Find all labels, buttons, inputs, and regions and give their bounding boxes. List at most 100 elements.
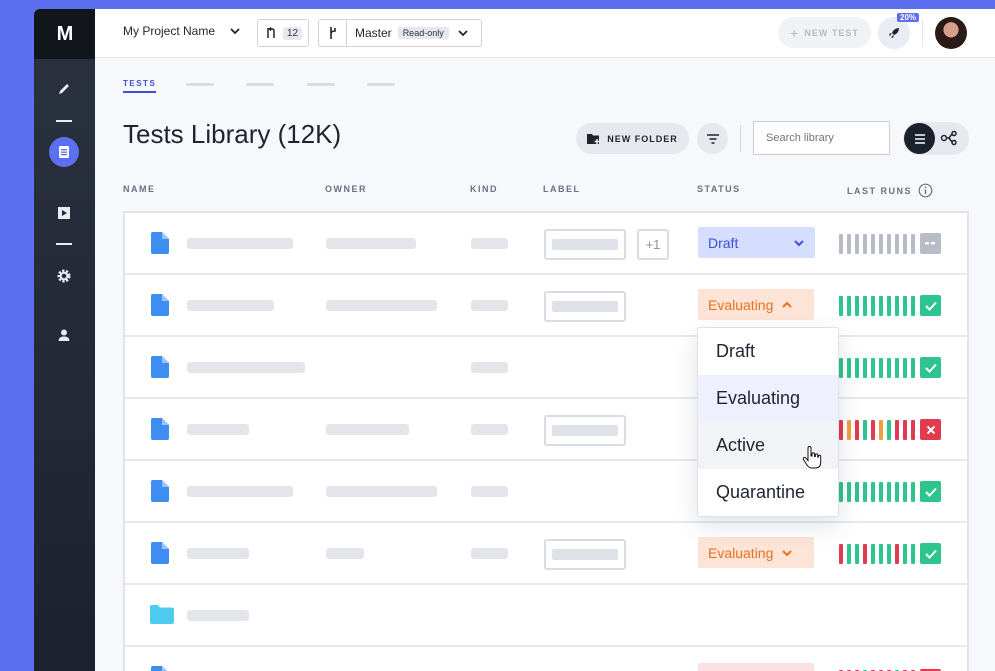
table-row[interactable]: +1 Draft xyxy=(125,213,967,275)
label-chip[interactable] xyxy=(544,415,626,446)
table-row[interactable] xyxy=(125,647,967,671)
label-chip[interactable] xyxy=(544,229,626,260)
status-select[interactable]: Draft xyxy=(698,227,815,258)
run-bar[interactable] xyxy=(855,543,859,564)
run-bar[interactable] xyxy=(895,419,899,440)
run-bar[interactable] xyxy=(839,481,843,502)
run-bar[interactable] xyxy=(863,419,867,440)
project-selector[interactable]: My Project Name xyxy=(123,24,241,38)
avatar[interactable] xyxy=(935,17,967,49)
pull-requests-button[interactable]: 12 xyxy=(257,19,309,47)
filter-button[interactable] xyxy=(697,123,728,154)
run-bar[interactable] xyxy=(855,481,859,502)
run-bar[interactable] xyxy=(911,295,915,316)
run-bar[interactable] xyxy=(895,543,899,564)
run-bar[interactable] xyxy=(839,543,843,564)
list-view-button[interactable] xyxy=(904,123,935,154)
run-bar[interactable] xyxy=(871,233,875,254)
column-header-kind[interactable]: KIND xyxy=(470,184,498,194)
table-row[interactable]: Evaluating xyxy=(125,523,967,585)
sidebar-item-edit[interactable] xyxy=(49,74,79,104)
label-chip[interactable] xyxy=(544,539,626,570)
status-select[interactable] xyxy=(698,663,814,671)
run-bar[interactable] xyxy=(879,295,883,316)
search-input[interactable] xyxy=(753,121,890,155)
run-bar[interactable] xyxy=(911,357,915,378)
run-bar[interactable] xyxy=(847,481,851,502)
run-bar[interactable] xyxy=(871,357,875,378)
sidebar-item-account[interactable] xyxy=(49,320,79,350)
run-bar[interactable] xyxy=(847,543,851,564)
column-header-status[interactable]: STATUS xyxy=(697,184,741,194)
run-bar[interactable] xyxy=(863,295,867,316)
run-bar[interactable] xyxy=(911,481,915,502)
table-row[interactable] xyxy=(125,461,967,523)
run-bar[interactable] xyxy=(903,481,907,502)
run-bar[interactable] xyxy=(903,357,907,378)
run-bar[interactable] xyxy=(863,357,867,378)
run-bar[interactable] xyxy=(895,233,899,254)
run-bar[interactable] xyxy=(903,543,907,564)
branch-selector[interactable]: Master Read-only xyxy=(318,19,482,47)
run-bar[interactable] xyxy=(887,419,891,440)
tab-placeholder[interactable] xyxy=(367,83,395,86)
run-bar[interactable] xyxy=(879,357,883,378)
run-bar[interactable] xyxy=(887,357,891,378)
sidebar-item-settings[interactable] xyxy=(49,261,79,291)
run-bar[interactable] xyxy=(887,543,891,564)
run-bar[interactable] xyxy=(895,481,899,502)
run-bar[interactable] xyxy=(887,295,891,316)
status-option-quarantine[interactable]: Quarantine xyxy=(698,469,838,516)
app-logo[interactable]: M xyxy=(34,9,95,59)
status-option-draft[interactable]: Draft xyxy=(698,328,838,375)
run-bar[interactable] xyxy=(839,233,843,254)
run-bar[interactable] xyxy=(879,543,883,564)
run-bar[interactable] xyxy=(855,233,859,254)
table-row[interactable] xyxy=(125,337,967,399)
table-row[interactable] xyxy=(125,399,967,461)
label-chip[interactable] xyxy=(544,291,626,322)
run-bar[interactable] xyxy=(863,543,867,564)
graph-view-button[interactable] xyxy=(940,130,958,151)
run-bar[interactable] xyxy=(911,233,915,254)
run-bar[interactable] xyxy=(887,233,891,254)
run-bar[interactable] xyxy=(871,481,875,502)
run-bar[interactable] xyxy=(863,233,867,254)
tab-tests[interactable]: TESTS xyxy=(123,79,157,93)
run-bar[interactable] xyxy=(903,419,907,440)
sidebar-item-runs[interactable] xyxy=(49,198,79,228)
run-bar[interactable] xyxy=(839,295,843,316)
run-bar[interactable] xyxy=(895,295,899,316)
status-option-evaluating[interactable]: Evaluating xyxy=(698,375,838,422)
column-header-last-runs[interactable]: LAST RUNS xyxy=(847,183,933,198)
run-bar[interactable] xyxy=(847,295,851,316)
new-folder-button[interactable]: NEW FOLDER xyxy=(576,123,689,154)
run-bar[interactable] xyxy=(855,295,859,316)
run-bar[interactable] xyxy=(839,419,843,440)
run-bar[interactable] xyxy=(839,357,843,378)
column-header-name[interactable]: NAME xyxy=(123,184,156,194)
info-icon[interactable] xyxy=(918,183,933,198)
run-bar[interactable] xyxy=(895,357,899,378)
run-bar[interactable] xyxy=(871,295,875,316)
run-bar[interactable] xyxy=(847,419,851,440)
run-bar[interactable] xyxy=(903,233,907,254)
table-row[interactable]: Evaluating xyxy=(125,275,967,337)
run-bar[interactable] xyxy=(879,233,883,254)
run-bar[interactable] xyxy=(855,419,859,440)
tab-placeholder[interactable] xyxy=(307,83,335,86)
status-select[interactable]: Evaluating xyxy=(698,537,814,568)
view-toggle[interactable] xyxy=(903,122,969,155)
status-select[interactable]: Evaluating xyxy=(698,289,814,320)
run-bar[interactable] xyxy=(871,419,875,440)
sidebar-item-tests[interactable] xyxy=(49,137,79,167)
table-row[interactable] xyxy=(125,585,967,647)
tab-placeholder[interactable] xyxy=(246,83,274,86)
run-bar[interactable] xyxy=(871,543,875,564)
run-bar[interactable] xyxy=(847,357,851,378)
run-bar[interactable] xyxy=(887,481,891,502)
run-bar[interactable] xyxy=(863,481,867,502)
run-bar[interactable] xyxy=(911,419,915,440)
column-header-owner[interactable]: OWNER xyxy=(325,184,367,194)
run-bar[interactable] xyxy=(879,481,883,502)
